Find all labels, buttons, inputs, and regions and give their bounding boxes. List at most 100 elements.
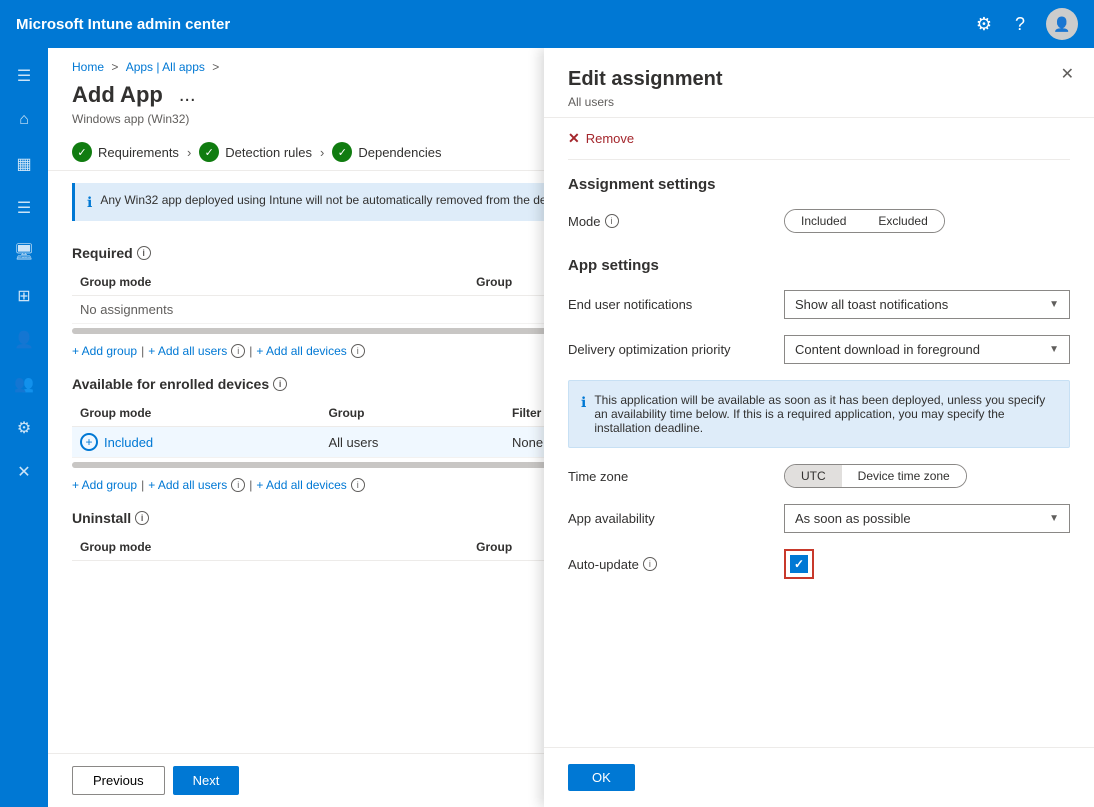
app-availability-dropdown[interactable]: As soon as possible ▼ xyxy=(784,504,1070,533)
enrolled-info-icon[interactable]: i xyxy=(273,377,287,391)
required-add-all-devices[interactable]: + Add all devices xyxy=(256,344,346,358)
edit-assignment-panel: Edit assignment All users ✕ ✕ Remove Ass… xyxy=(544,48,1094,807)
time-zone-row: Time zone UTC Device time zone xyxy=(568,456,1070,496)
required-add-all-users[interactable]: + Add all users xyxy=(148,344,227,358)
checkmark-icon: ✓ xyxy=(794,557,804,571)
end-user-notifications-value: Show all toast notifications xyxy=(795,297,948,312)
info-icon: ℹ xyxy=(87,194,92,211)
step-check-detection: ✓ xyxy=(199,142,219,162)
previous-button[interactable]: Previous xyxy=(72,766,165,795)
topbar: Microsoft Intune admin center ⚙ ? 👤 xyxy=(0,0,1094,48)
step-detection-rules: ✓ Detection rules xyxy=(199,142,312,162)
panel-body: ✕ Remove Assignment settings Mode i Incl… xyxy=(544,118,1094,747)
ellipsis-button[interactable]: ... xyxy=(175,84,200,107)
device-time-button[interactable]: Device time zone xyxy=(842,465,966,487)
help-icon[interactable]: ? xyxy=(1010,14,1030,34)
delivery-optimization-label: Delivery optimization priority xyxy=(568,342,768,357)
sidebar-apps[interactable]: ⊞ xyxy=(4,276,44,316)
assignment-settings-title: Assignment settings xyxy=(568,160,1070,201)
sidebar-tools[interactable]: ✕ xyxy=(4,452,44,492)
mode-toggle-group: Included Excluded xyxy=(784,209,945,233)
topbar-title: Microsoft Intune admin center xyxy=(16,16,962,33)
enrolled-devices-info[interactable]: i xyxy=(351,478,365,492)
time-zone-toggle: UTC Device time zone xyxy=(784,464,967,488)
auto-update-checkbox-container[interactable]: ✓ xyxy=(784,549,814,579)
page-title: Add App xyxy=(72,82,163,108)
dropdown-arrow-notifications: ▼ xyxy=(1049,299,1059,310)
breadcrumb-apps[interactable]: Apps | All apps xyxy=(126,60,205,74)
next-button[interactable]: Next xyxy=(173,766,240,795)
enrolled-col-group-mode: Group mode xyxy=(72,400,320,427)
main-content: Home > Apps | All apps > Add App ... Win… xyxy=(48,48,1094,807)
auto-update-checkbox[interactable]: ✓ xyxy=(790,555,808,573)
plus-circle-icon: + xyxy=(80,433,98,451)
topbar-icons: ⚙ ? 👤 xyxy=(974,8,1078,40)
sidebar-devices[interactable]: 🖥 xyxy=(4,232,44,272)
auto-update-info-icon[interactable]: i xyxy=(643,557,657,571)
step-check-requirements: ✓ xyxy=(72,142,92,162)
included-text: Included xyxy=(104,435,153,450)
included-badge: + Included xyxy=(80,433,312,451)
utc-button[interactable]: UTC xyxy=(785,465,842,487)
remove-label: Remove xyxy=(586,131,634,146)
end-user-notifications-row: End user notifications Show all toast no… xyxy=(568,282,1070,327)
enrolled-add-group[interactable]: + Add group xyxy=(72,478,137,492)
app-settings-title: App settings xyxy=(568,241,1070,282)
dropdown-arrow-delivery: ▼ xyxy=(1049,344,1059,355)
step-label-dependencies: Dependencies xyxy=(358,145,441,160)
uninstall-col-group-mode: Group mode xyxy=(72,534,468,561)
sidebar-groups[interactable]: 👥 xyxy=(4,364,44,404)
mode-included-button[interactable]: Included xyxy=(785,210,862,232)
step-check-dependencies: ✓ xyxy=(332,142,352,162)
panel-subtitle: All users xyxy=(568,95,1070,109)
sidebar-home[interactable]: ⌂ xyxy=(4,100,44,140)
required-users-info[interactable]: i xyxy=(231,344,245,358)
sidebar-users[interactable]: 👤 xyxy=(4,320,44,360)
col-group-mode: Group mode xyxy=(72,269,468,296)
enrolled-group-mode-cell: + Included xyxy=(72,427,320,458)
step-label-detection: Detection rules xyxy=(225,145,312,160)
end-user-notifications-dropdown[interactable]: Show all toast notifications ▼ xyxy=(784,290,1070,319)
panel-title: Edit assignment xyxy=(568,68,1070,91)
sidebar-expand[interactable]: ☰ xyxy=(4,56,44,96)
sidebar-dashboard[interactable]: ▦ xyxy=(4,144,44,184)
enrolled-col-group: Group xyxy=(320,400,504,427)
delivery-optimization-row: Delivery optimization priority Content d… xyxy=(568,327,1070,372)
panel-info-icon: ℹ xyxy=(581,394,586,435)
remove-x-icon: ✕ xyxy=(568,130,580,147)
sidebar: ☰ ⌂ ▦ ☰ 🖥 ⊞ 👤 👥 ⚙ ✕ xyxy=(0,48,48,807)
auto-update-label: Auto-update i xyxy=(568,557,768,572)
required-add-group[interactable]: + Add group xyxy=(72,344,137,358)
required-info-icon[interactable]: i xyxy=(137,246,151,260)
app-availability-row: App availability As soon as possible ▼ xyxy=(568,496,1070,541)
enrolled-users-info[interactable]: i xyxy=(231,478,245,492)
mode-label: Mode i xyxy=(568,214,768,229)
ok-button[interactable]: OK xyxy=(568,764,635,791)
enrolled-add-all-devices[interactable]: + Add all devices xyxy=(256,478,346,492)
enrolled-add-all-users[interactable]: + Add all users xyxy=(148,478,227,492)
sidebar-settings[interactable]: ⚙ xyxy=(4,408,44,448)
mode-info-icon[interactable]: i xyxy=(605,214,619,228)
panel-close-button[interactable]: ✕ xyxy=(1061,64,1074,84)
panel-info-box: ℹ This application will be available as … xyxy=(568,380,1070,448)
enrolled-group-cell: All users xyxy=(320,427,504,458)
avatar[interactable]: 👤 xyxy=(1046,8,1078,40)
panel-footer: OK xyxy=(544,747,1094,807)
sidebar-list[interactable]: ☰ xyxy=(4,188,44,228)
delivery-optimization-value: Content download in foreground xyxy=(795,342,980,357)
step-label-requirements: Requirements xyxy=(98,145,179,160)
layout: ☰ ⌂ ▦ ☰ 🖥 ⊞ 👤 👥 ⚙ ✕ Home > Apps | All ap… xyxy=(0,48,1094,807)
dropdown-arrow-availability: ▼ xyxy=(1049,513,1059,524)
breadcrumb-home[interactable]: Home xyxy=(72,60,104,74)
required-devices-info[interactable]: i xyxy=(351,344,365,358)
app-availability-value: As soon as possible xyxy=(795,511,911,526)
mode-excluded-button[interactable]: Excluded xyxy=(862,210,943,232)
remove-button[interactable]: ✕ Remove xyxy=(568,118,1070,160)
time-zone-label: Time zone xyxy=(568,469,768,484)
delivery-optimization-dropdown[interactable]: Content download in foreground ▼ xyxy=(784,335,1070,364)
app-availability-label: App availability xyxy=(568,511,768,526)
panel-info-text: This application will be available as so… xyxy=(594,393,1057,435)
settings-icon[interactable]: ⚙ xyxy=(974,14,994,34)
uninstall-info-icon[interactable]: i xyxy=(135,511,149,525)
auto-update-row: Auto-update i ✓ xyxy=(568,541,1070,587)
